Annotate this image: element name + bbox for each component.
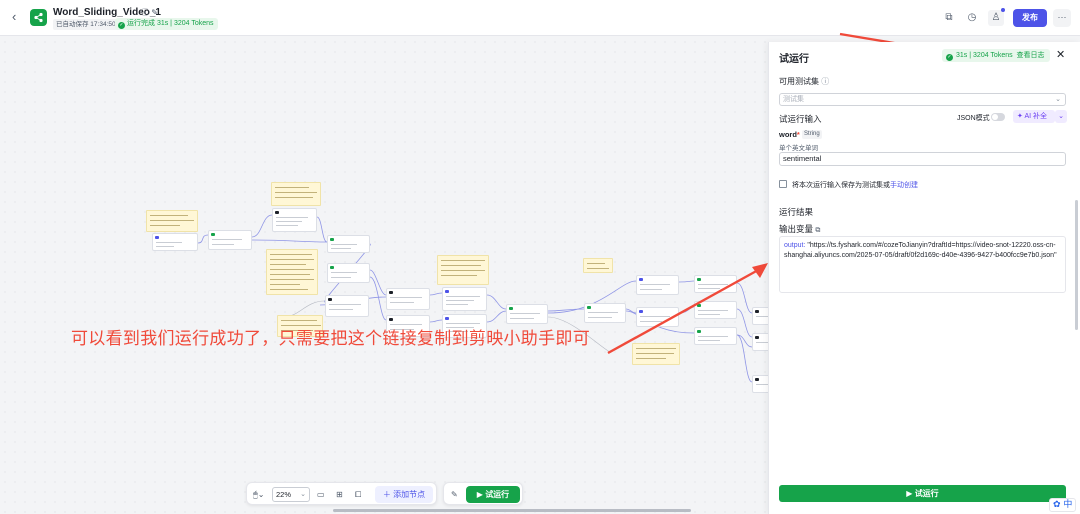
test-input-label: 试运行输入: [779, 114, 822, 124]
paw-icon: ✿: [1053, 500, 1061, 510]
output-var-label: 输出变量: [779, 224, 814, 234]
json-mode-label: JSON模式: [957, 115, 990, 122]
field-type-tag: String: [802, 130, 822, 139]
json-mode-toggle[interactable]: [991, 113, 1005, 121]
test-run-button[interactable]: ▶ 试运行: [466, 486, 520, 503]
ai-fill-dropdown[interactable]: ⌄: [1055, 110, 1067, 123]
view-log-link[interactable]: 查看日志: [1017, 52, 1045, 59]
run-toolbar: ✎ ▶ 试运行: [443, 482, 523, 505]
output-url[interactable]: "https://ts.fyshark.com/#/cozeToJianyin?…: [784, 242, 1057, 259]
autosave-status: 已自动保存 17:34:50: [53, 19, 119, 30]
run-result-label: 运行结果: [779, 207, 814, 217]
required-mark: *: [796, 130, 800, 139]
debug-tool-icon[interactable]: ✎: [451, 488, 458, 501]
horizontal-scrollbar[interactable]: [333, 509, 691, 512]
plus-icon: ＋: [382, 490, 391, 499]
back-icon[interactable]: ‹: [12, 10, 26, 24]
panel-test-run-button[interactable]: ▶ 试运行: [779, 485, 1066, 502]
play-icon: ▶: [906, 489, 913, 498]
output-value-box[interactable]: output: "https://ts.fyshark.com/#/cozeTo…: [779, 236, 1066, 293]
info-icon[interactable]: ⓘ: [821, 77, 829, 86]
canvas-toolbar: 🖱︎⌄ 22% ⌄ ▭ ⊞ ⧠ ＋ 添加节点: [246, 482, 437, 505]
test-run-panel: 试运行 ✓ 31s | 3204 Tokens 查看日志 ✕ 可用测试集 ⓘ 测试…: [768, 42, 1080, 514]
manual-create-link[interactable]: 手动创建: [890, 182, 918, 189]
save-test-set-checkbox[interactable]: [779, 180, 787, 188]
ai-sparkle-icon: ✦: [1017, 113, 1023, 120]
field-description: 单个英文单词: [779, 145, 818, 152]
workflow-app-icon: [30, 9, 47, 26]
ai-fill-button[interactable]: ✦ AI 补全: [1013, 110, 1055, 123]
copy-icon[interactable]: ⧉: [815, 227, 820, 234]
panel-title: 试运行: [779, 54, 809, 65]
minimap-icon[interactable]: ⧠: [355, 488, 361, 501]
test-set-select[interactable]: 测试集 ⌄: [779, 93, 1066, 106]
output-key: output: [784, 242, 804, 249]
info-icon[interactable]: ⓘ: [141, 8, 149, 17]
run-status-badge: ✓ 运行完成 31s | 3204 Tokens: [115, 18, 218, 30]
history-icon[interactable]: ◷: [964, 10, 980, 26]
play-icon: ▶: [476, 490, 483, 499]
zoom-select[interactable]: 22% ⌄: [272, 487, 310, 502]
run-result-badge: ✓ 31s | 3204 Tokens 查看日志: [942, 49, 1050, 62]
check-icon: ✓: [118, 22, 125, 29]
pointer-icon[interactable]: 🖱︎⌄: [253, 488, 265, 501]
collaborators-icon[interactable]: ♙: [988, 10, 1004, 26]
copy-icon[interactable]: ⧉: [941, 10, 957, 26]
workflow-canvas[interactable]: 可以看到我们运行成功了，只需要把这个链接复制到剪映小助手即可: [0, 37, 768, 514]
grid-icon[interactable]: ⊞: [336, 488, 343, 501]
edit-icon[interactable]: ✎: [151, 8, 158, 17]
check-icon: ✓: [946, 54, 953, 61]
publish-button[interactable]: 发布: [1013, 9, 1047, 27]
notification-dot: [1001, 8, 1005, 12]
comment-icon[interactable]: ▭: [317, 488, 325, 501]
annotation-text: 可以看到我们运行成功了，只需要把这个链接复制到剪映小助手即可: [71, 329, 590, 349]
test-set-label: 可用测试集: [779, 77, 819, 86]
more-menu-button[interactable]: ···: [1053, 9, 1071, 27]
close-icon[interactable]: ✕: [1056, 48, 1065, 61]
panel-scrollbar[interactable]: [1075, 200, 1078, 330]
annotation-arrows: [607, 263, 768, 355]
word-input[interactable]: sentimental: [779, 152, 1066, 166]
ime-indicator[interactable]: ✿ 中: [1049, 498, 1077, 512]
add-node-button[interactable]: ＋ 添加节点: [375, 486, 433, 503]
save-test-set-text: 将本次运行输入保存为测试集或: [792, 182, 890, 189]
field-name: word: [779, 130, 797, 139]
